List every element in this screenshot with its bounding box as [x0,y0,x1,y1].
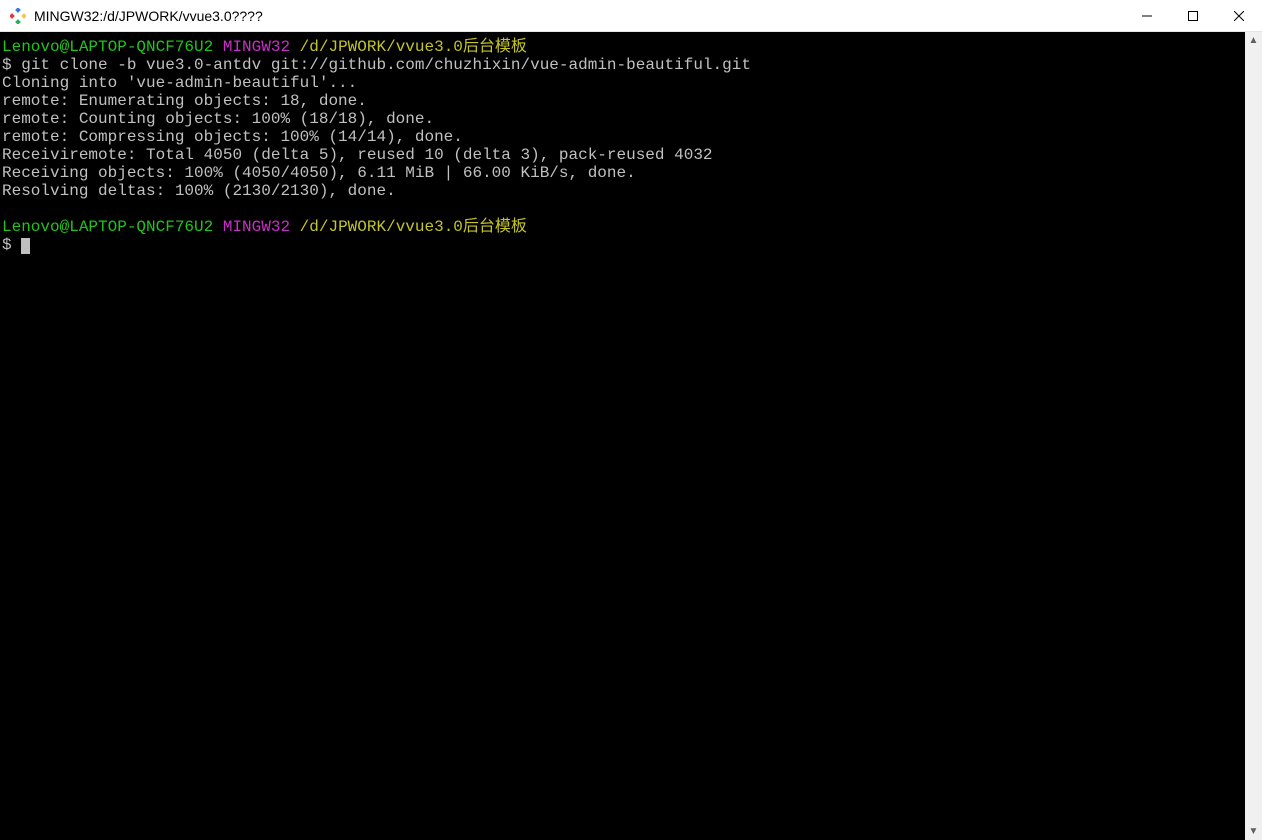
window-title: MINGW32:/d/JPWORK/vvue3.0???? [34,8,1124,24]
window-titlebar: MINGW32:/d/JPWORK/vvue3.0???? [0,0,1262,32]
prompt-symbol: $ [2,56,12,74]
prompt-cwd: /d/JPWORK/vvue3.0后台模板 [300,218,527,236]
output-line: Resolving deltas: 100% (2130/2130), done… [2,182,396,200]
output-line: Receiving objects: 100% (4050/4050), 6.1… [2,164,636,182]
prompt-user-host: Lenovo@LAPTOP-QNCF76U2 [2,218,213,236]
command-line: git clone -b vue3.0-antdv git://github.c… [21,56,751,74]
output-line: Receiviremote: Total 4050 (delta 5), reu… [2,146,713,164]
app-icon [10,8,26,24]
maximize-button[interactable] [1170,0,1216,31]
prompt-shell: MINGW32 [223,218,290,236]
vertical-scrollbar[interactable]: ▲ ▼ [1245,32,1262,840]
window-controls [1124,0,1262,31]
prompt-symbol: $ [2,236,12,254]
close-button[interactable] [1216,0,1262,31]
output-line: remote: Compressing objects: 100% (14/14… [2,128,463,146]
cursor [21,238,30,254]
scroll-down-arrow-icon[interactable]: ▼ [1245,823,1262,840]
prompt-cwd: /d/JPWORK/vvue3.0后台模板 [300,38,527,56]
minimize-button[interactable] [1124,0,1170,31]
prompt-user-host: Lenovo@LAPTOP-QNCF76U2 [2,38,213,56]
output-line: remote: Enumerating objects: 18, done. [2,92,367,110]
terminal-output[interactable]: Lenovo@LAPTOP-QNCF76U2 MINGW32 /d/JPWORK… [0,32,1245,840]
prompt-shell: MINGW32 [223,38,290,56]
output-line: remote: Counting objects: 100% (18/18), … [2,110,434,128]
scroll-up-arrow-icon[interactable]: ▲ [1245,32,1262,49]
output-line: Cloning into 'vue-admin-beautiful'... [2,74,357,92]
